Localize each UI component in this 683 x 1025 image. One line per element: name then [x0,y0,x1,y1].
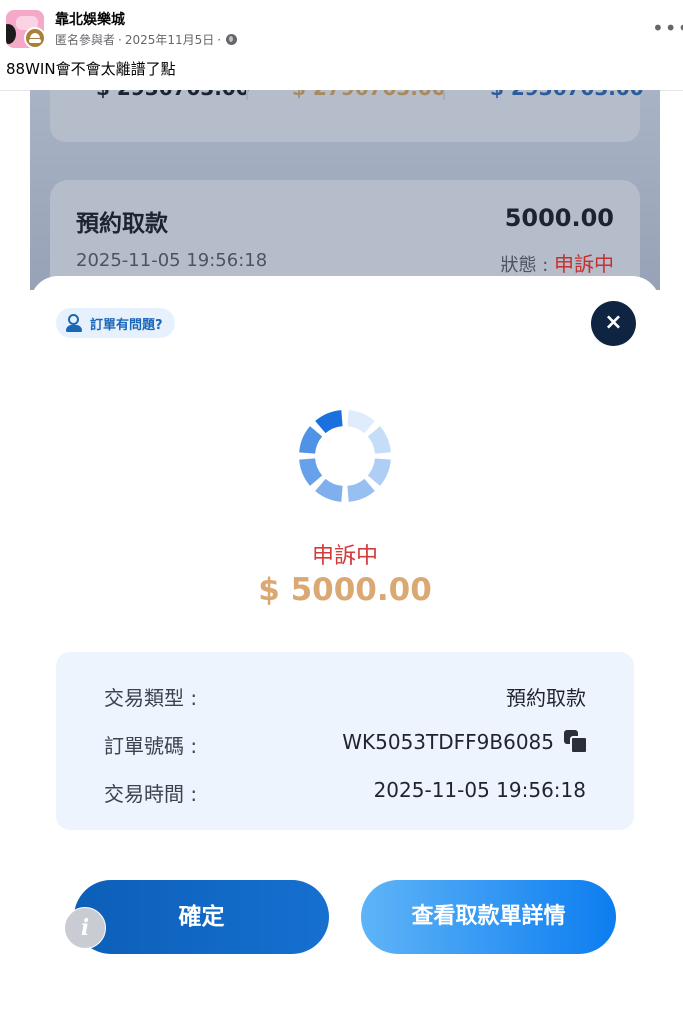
balance-divider [443,90,445,100]
withdraw-time: 2025-11-05 19:56:18 [76,250,268,271]
order-number: WK5053TDFF9B6085 [342,730,554,754]
spinner-segment [367,458,391,486]
balance-available: $ 2796703.00 [292,90,446,100]
spinner-segment [315,410,343,434]
view-withdraw-details-button[interactable]: 查看取款單詳情 [361,880,616,954]
anonymous-badge-icon [24,27,46,49]
author-name[interactable]: 匿名參與者 [55,31,115,48]
balance-total: $ 2936703.00 [96,90,250,100]
group-name[interactable]: 靠北娛樂城 [55,9,125,29]
post-header: 靠北娛樂城 匿名參與者 · 2025年11月5日 · ••• 88WIN會不會太… [0,0,683,90]
detail-key: 交易類型 : [104,686,198,710]
post-text: 88WIN會不會太離譜了點 [6,60,176,78]
detail-value: 預約取款 [506,686,586,710]
spinner-segment [347,478,375,502]
balance-withdrawable: $ 2936703.00 [490,90,644,100]
order-details: 交易類型 : 預約取款 訂單號碼 : WK5053TDFF9B6085 交易時間… [56,652,634,830]
customer-service-icon [64,313,84,333]
meta-separator-2: · [217,32,222,47]
spinner-segment [299,458,323,486]
app-screenshot: $ 2936703.00 $ 2796703.00 $ 2936703.00 預… [30,90,660,1025]
order-status-modal: 訂單有問題? × 申訴中 $ 5000.00 交易類型 : 預約取款 訂單號碼 … [30,276,660,1025]
detail-key: 交易時間 : [104,782,198,806]
close-button[interactable]: × [591,301,636,346]
loading-spinner-icon [299,410,391,502]
globe-icon [226,34,238,45]
copy-icon[interactable] [564,730,588,754]
balance-divider [246,90,248,100]
spinner-segment [315,478,343,502]
detail-value-wrap: WK5053TDFF9B6085 [342,730,588,754]
meta-separator: · [118,32,122,47]
order-help-button[interactable]: 訂單有問題? [56,308,175,338]
balance-card: $ 2936703.00 $ 2796703.00 $ 2936703.00 [50,90,644,142]
more-options-icon[interactable]: ••• [652,16,683,40]
withdraw-amount: 5000.00 [504,204,614,232]
order-status: 申訴中 [311,544,378,569]
withdraw-status: 狀態 : 申訴中 [500,248,614,277]
spinner-segment [367,426,391,454]
order-help-label: 訂單有問題? [90,317,163,333]
withdraw-title: 預約取款 [76,211,168,237]
detail-key: 訂單號碼 : [104,734,198,758]
post-meta: 匿名參與者 · 2025年11月5日 · [55,31,238,48]
spinner-segment [299,426,323,454]
detail-value: 2025-11-05 19:56:18 [373,778,586,802]
withdraw-status-value: 申訴中 [554,252,614,276]
post-date[interactable]: 2025年11月5日 [125,31,214,48]
confirm-button[interactable]: 確定 [74,880,329,954]
info-icon[interactable]: i [64,907,106,949]
spinner-segment [347,410,375,434]
withdraw-status-key: 狀態 : [500,255,554,276]
order-amount: $ 5000.00 [258,572,432,608]
